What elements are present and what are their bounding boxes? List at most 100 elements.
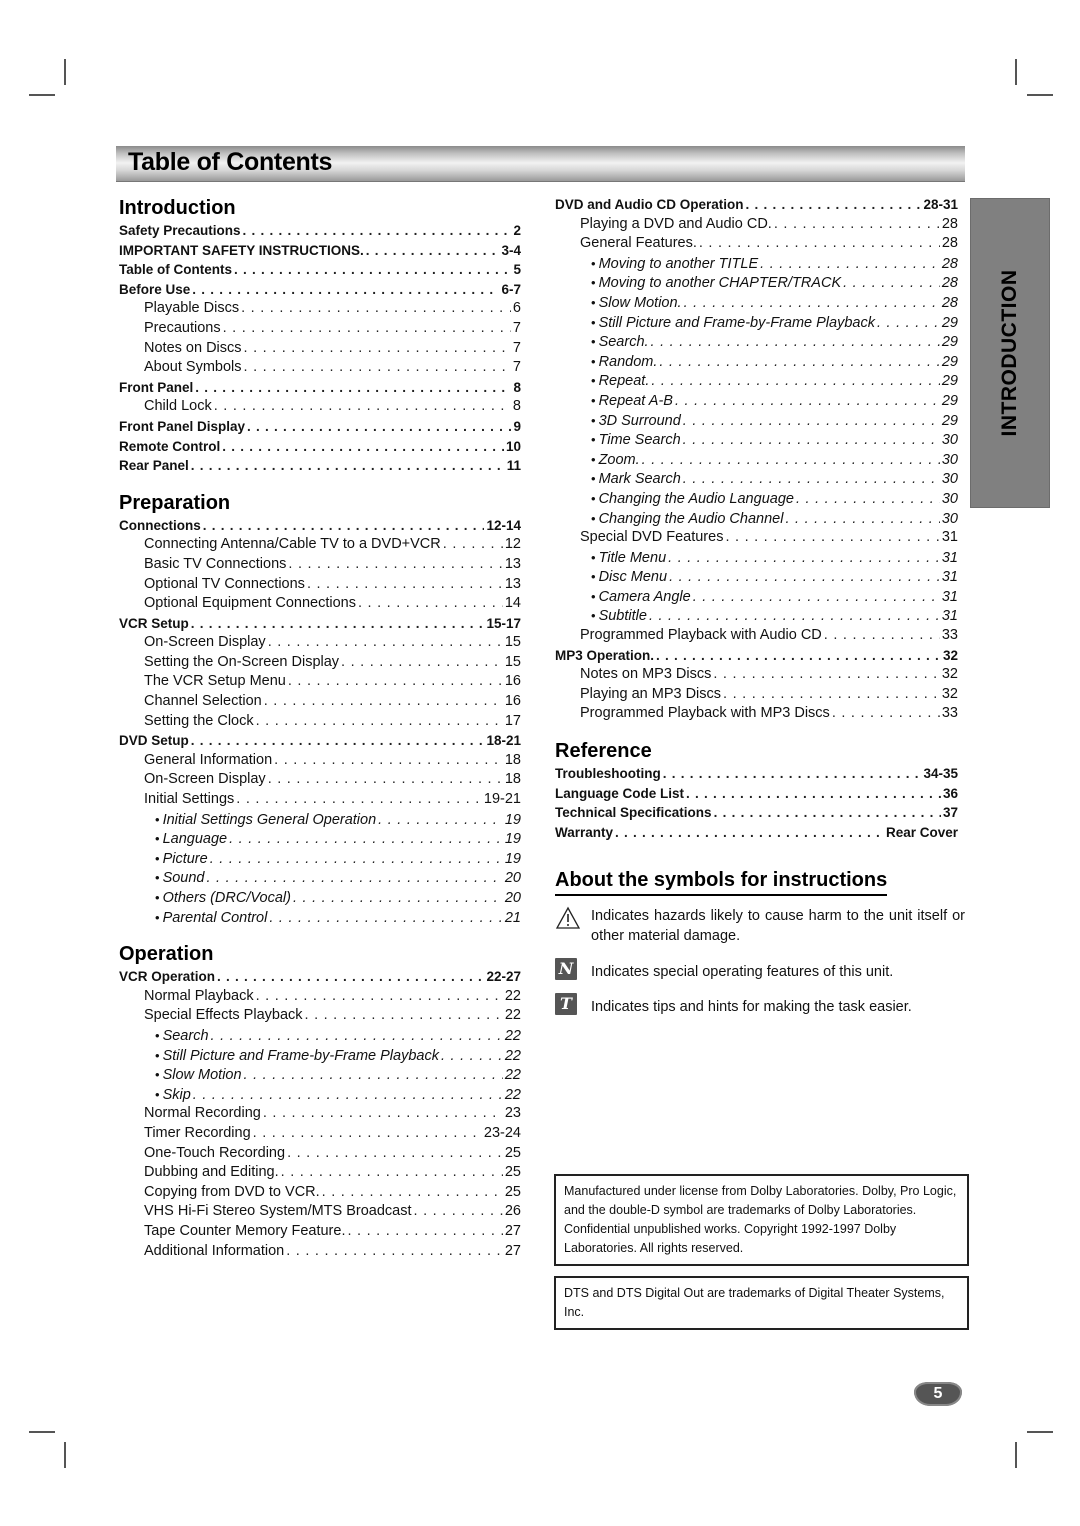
toc-entry[interactable]: On-Screen Display 15	[119, 633, 521, 653]
toc-entry[interactable]: Programmed Playback with MP3 Discs 33	[555, 704, 958, 724]
dot-leader	[656, 646, 941, 666]
toc-entry[interactable]: Search. 29	[555, 332, 958, 352]
toc-entry[interactable]: Safety Precautions 2	[119, 221, 521, 241]
toc-entry[interactable]: Moving to another TITLE 28	[555, 254, 958, 274]
toc-entry[interactable]: Random. 29	[555, 352, 958, 372]
toc-entry[interactable]: IMPORTANT SAFETY INSTRUCTIONS. 3-4	[119, 241, 521, 261]
toc-entry[interactable]: Camera Angle 31	[555, 587, 958, 607]
toc-entry-page: 31	[941, 608, 958, 625]
toc-entry[interactable]: Additional Information 27	[119, 1242, 521, 1262]
toc-entry[interactable]: Still Picture and Frame-by-Frame Playbac…	[555, 313, 958, 333]
toc-entry[interactable]: Child Lock 8	[119, 397, 521, 417]
toc-entry[interactable]: Channel Selection 16	[119, 692, 521, 712]
toc-entry-page: 33	[941, 705, 958, 722]
toc-entry[interactable]: General Features. 28	[555, 234, 958, 254]
toc-entry-label: Skip	[155, 1085, 191, 1106]
toc-entry[interactable]: Initial Settings 19-21	[119, 790, 521, 810]
toc-entry[interactable]: Language Code List 36	[555, 784, 958, 804]
toc-entry[interactable]: Repeat A-B 29	[555, 391, 958, 411]
toc-entry[interactable]: Normal Recording 23	[119, 1104, 521, 1124]
toc-entry-label: Special DVD Features	[580, 529, 724, 546]
toc-entry[interactable]: Subtitle 31	[555, 606, 958, 626]
toc-entry[interactable]: Mark Search 30	[555, 469, 958, 489]
toc-entry[interactable]: Troubleshooting 34-35	[555, 764, 958, 784]
toc-entry[interactable]: Skip 22	[119, 1085, 521, 1105]
toc-entry-label: Repeat.	[591, 371, 650, 392]
toc-entry[interactable]: Copying from DVD to VCR. 25	[119, 1183, 521, 1203]
toc-entry[interactable]: Basic TV Connections 13	[119, 555, 521, 575]
toc-entry[interactable]: MP3 Operation. 32	[555, 646, 958, 666]
toc-entry[interactable]: DVD Setup 18-21	[119, 731, 521, 751]
toc-entry[interactable]: Before Use 6-7	[119, 280, 521, 300]
toc-entry[interactable]: Search 22	[119, 1026, 521, 1046]
toc-entry-label: Time Search	[591, 430, 681, 451]
toc-entry[interactable]: General Information 18	[119, 751, 521, 771]
dot-leader	[796, 490, 940, 510]
toc-entry-page: 8	[513, 379, 521, 395]
toc-entry[interactable]: Title Menu 31	[555, 548, 958, 568]
toc-entry[interactable]: Timer Recording 23-24	[119, 1124, 521, 1144]
toc-entry[interactable]: Setting the Clock 17	[119, 712, 521, 732]
toc-entry[interactable]: Connections 12-14	[119, 516, 521, 536]
toc-entry[interactable]: Front Panel Display 9	[119, 417, 521, 437]
toc-entry[interactable]: Setting the On-Screen Display 15	[119, 653, 521, 673]
toc-entry-label: Front Panel Display	[119, 418, 246, 434]
toc-entry[interactable]: One-Touch Recording 25	[119, 1144, 521, 1164]
toc-entry[interactable]: VCR Operation 22-27	[119, 967, 521, 987]
crop-mark	[29, 94, 55, 96]
toc-entry[interactable]: Optional Equipment Connections 14	[119, 594, 521, 614]
dot-leader	[222, 437, 504, 457]
toc-entry[interactable]: Warranty Rear Cover	[555, 823, 958, 843]
toc-entry[interactable]: Zoom. 30	[555, 450, 958, 470]
toc-entry[interactable]: Playing an MP3 Discs 32	[555, 685, 958, 705]
toc-entry[interactable]: Language 19	[119, 829, 521, 849]
toc-entry[interactable]: Tape Counter Memory Feature. 27	[119, 1222, 521, 1242]
toc-entry[interactable]: Notes on MP3 Discs 32	[555, 665, 958, 685]
toc-entry[interactable]: Picture 19	[119, 849, 521, 869]
toc-entry[interactable]: Dubbing and Editing. 25	[119, 1163, 521, 1183]
toc-entry[interactable]: Special DVD Features 31	[555, 528, 958, 548]
toc-entry[interactable]: Changing the Audio Channel 30	[555, 509, 958, 529]
toc-entry[interactable]: Table of Contents 5	[119, 260, 521, 280]
symbol-item-warning: Indicates hazards likely to cause harm t…	[555, 906, 965, 946]
toc-entry[interactable]: Precautions 7	[119, 319, 521, 339]
toc-entry[interactable]: Notes on Discs 7	[119, 339, 521, 359]
toc-entry[interactable]: About Symbols 7	[119, 358, 521, 378]
toc-entry[interactable]: Repeat. 29	[555, 371, 958, 391]
toc-entry[interactable]: Connecting Antenna/Cable TV to a DVD+VCR…	[119, 535, 521, 555]
toc-entry[interactable]: Normal Playback 22	[119, 987, 521, 1007]
toc-entry[interactable]: Moving to another CHAPTER/TRACK 28	[555, 273, 958, 293]
toc-entry[interactable]: Changing the Audio Language 30	[555, 489, 958, 509]
toc-entry[interactable]: Time Search 30	[555, 430, 958, 450]
toc-entry-label: VCR Operation	[119, 969, 216, 985]
toc-entry[interactable]: Rear Panel 11	[119, 456, 521, 476]
toc-entry[interactable]: DVD and Audio CD Operation 28-31	[555, 195, 958, 215]
toc-entry[interactable]: Remote Control 10	[119, 437, 521, 457]
toc-entry[interactable]: Playable Discs 6	[119, 299, 521, 319]
toc-entry[interactable]: Front Panel 8	[119, 378, 521, 398]
toc-entry-page: 13	[504, 555, 521, 572]
toc-entry-page: 26	[504, 1203, 521, 1220]
toc-entry-label: On-Screen Display	[144, 634, 266, 651]
toc-entry[interactable]: Parental Control 21	[119, 908, 521, 928]
toc-entry[interactable]: Disc Menu 31	[555, 567, 958, 587]
toc-entry[interactable]: Playing a DVD and Audio CD. 28	[555, 215, 958, 235]
toc-entry[interactable]: Programmed Playback with Audio CD 33	[555, 626, 958, 646]
toc-entry[interactable]: Slow Motion. 28	[555, 293, 958, 313]
toc-entry[interactable]: Still Picture and Frame-by-Frame Playbac…	[119, 1046, 521, 1066]
toc-entry[interactable]: Technical Specifications 37	[555, 803, 958, 823]
toc-entry[interactable]: On-Screen Display 18	[119, 770, 521, 790]
toc-entry[interactable]: Special Effects Playback 22	[119, 1006, 521, 1026]
note-n-icon: N	[555, 958, 583, 982]
toc-entry[interactable]: 3D Surround 29	[555, 411, 958, 431]
toc-entry-label: Slow Motion	[155, 1065, 242, 1086]
toc-entry[interactable]: Others (DRC/Vocal) 20	[119, 888, 521, 908]
toc-entry[interactable]: VHS Hi-Fi Stereo System/MTS Broadcast 26	[119, 1202, 521, 1222]
toc-entry[interactable]: VCR Setup 15-17	[119, 614, 521, 634]
toc-entry[interactable]: Sound 20	[119, 868, 521, 888]
toc-entry[interactable]: The VCR Setup Menu 16	[119, 672, 521, 692]
toc-entry[interactable]: Slow Motion 22	[119, 1065, 521, 1085]
toc-entry-label: On-Screen Display	[144, 771, 266, 788]
toc-entry[interactable]: Initial Settings General Operation 19	[119, 810, 521, 830]
toc-entry[interactable]: Optional TV Connections 13	[119, 575, 521, 595]
